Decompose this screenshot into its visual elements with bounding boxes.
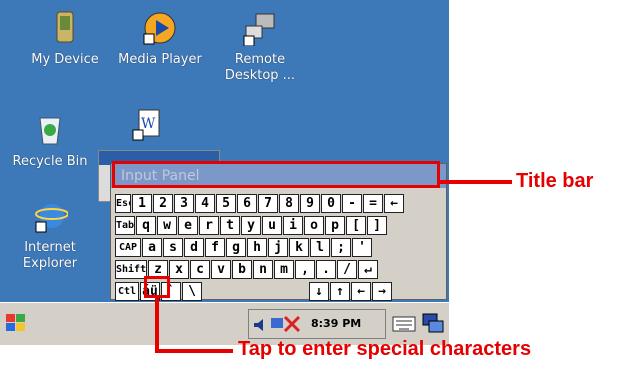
key-5[interactable]: g bbox=[226, 238, 246, 257]
key-9[interactable]: o bbox=[304, 216, 324, 235]
keyboard-icon[interactable] bbox=[391, 311, 417, 335]
speaker-icon[interactable] bbox=[253, 317, 267, 336]
key-5[interactable]: t bbox=[220, 216, 240, 235]
key-10[interactable]: 0 bbox=[321, 194, 341, 213]
keyboard-row: Esc1234567890-=← bbox=[115, 194, 443, 214]
key-4[interactable]: 4 bbox=[195, 194, 215, 213]
key-1[interactable]: q bbox=[136, 216, 156, 235]
system-tray: 8:39 PM bbox=[248, 309, 386, 339]
keyboard-row: Tab q w e r t y u i o p[] bbox=[115, 216, 443, 236]
desktop-icon-internet-explorer[interactable]: Internet Explorer bbox=[0, 198, 100, 272]
key-8[interactable]: , bbox=[295, 260, 315, 279]
key-9[interactable]: l bbox=[310, 238, 330, 257]
desktop-icon-recycle-bin[interactable]: Recycle Bin bbox=[0, 112, 100, 170]
desktop-icon-remote-desktop[interactable]: Remote Desktop ... bbox=[210, 10, 310, 84]
key-12[interactable]: ] bbox=[367, 216, 387, 235]
key-5[interactable]: 5 bbox=[216, 194, 236, 213]
key-0[interactable]: CAP bbox=[115, 238, 141, 257]
recycle-bin-icon bbox=[32, 112, 68, 148]
key-1[interactable]: a bbox=[142, 238, 162, 257]
windows-flag-icon[interactable] bbox=[4, 311, 28, 335]
key-10[interactable]: / bbox=[337, 260, 357, 279]
key-0[interactable]: Esc bbox=[115, 194, 131, 213]
remote-desktop-icon bbox=[242, 10, 278, 47]
key-10[interactable]: ; bbox=[331, 238, 351, 257]
desktop-icon-media-player[interactable]: Media Player bbox=[110, 10, 210, 68]
keyboard-row: CAP a s d f g h j k l; ' bbox=[115, 238, 443, 258]
special-chars-highlight bbox=[144, 276, 170, 298]
key-11[interactable]: ↵ bbox=[358, 260, 378, 279]
key-8[interactable]: 8 bbox=[279, 194, 299, 213]
key-4[interactable]: r bbox=[199, 216, 219, 235]
key-8[interactable]: i bbox=[283, 216, 303, 235]
title-bar-highlight bbox=[112, 161, 440, 188]
key-12[interactable]: = bbox=[363, 194, 383, 213]
key-7[interactable]: m bbox=[274, 260, 294, 279]
document-shortcut-icon: W bbox=[127, 108, 163, 144]
key-8[interactable]: k bbox=[289, 238, 309, 257]
key-13[interactable]: ← bbox=[384, 194, 404, 213]
key-11[interactable]: - bbox=[342, 194, 362, 213]
desktop-icon-document[interactable]: W bbox=[95, 108, 195, 150]
key-7[interactable]: 7 bbox=[258, 194, 278, 213]
key-3[interactable]: c bbox=[190, 260, 210, 279]
key-2[interactable]: 2 bbox=[153, 194, 173, 213]
switch-window-icon[interactable] bbox=[421, 311, 445, 335]
key-7[interactable]: → bbox=[372, 282, 392, 301]
title-bar-callout-line bbox=[440, 180, 512, 184]
key-4[interactable]: f bbox=[205, 238, 225, 257]
key-4[interactable]: v bbox=[211, 260, 231, 279]
key-10[interactable]: p bbox=[325, 216, 345, 235]
key-5[interactable]: b bbox=[232, 260, 252, 279]
clock[interactable]: 8:39 PM bbox=[311, 317, 361, 330]
special-chars-callout-line-horizontal bbox=[155, 349, 233, 353]
key-9[interactable]: 9 bbox=[300, 194, 320, 213]
key-6[interactable]: h bbox=[247, 238, 267, 257]
key-5[interactable]: ↑ bbox=[330, 282, 350, 301]
key-6[interactable]: ← bbox=[351, 282, 371, 301]
key-0[interactable]: Tab bbox=[115, 216, 135, 235]
key-11[interactable]: ' bbox=[352, 238, 372, 257]
key-3[interactable]: e bbox=[178, 216, 198, 235]
special-chars-callout-text: Tap to enter special characters bbox=[238, 338, 532, 360]
media-player-icon bbox=[142, 10, 178, 46]
key-1[interactable]: 1 bbox=[132, 194, 152, 213]
key-4[interactable]: ↓ bbox=[309, 282, 329, 301]
network-icon[interactable] bbox=[269, 315, 303, 337]
key-11[interactable]: [ bbox=[346, 216, 366, 235]
key-3[interactable]: 3 bbox=[174, 194, 194, 213]
key-7[interactable]: u bbox=[262, 216, 282, 235]
key-6[interactable]: 6 bbox=[237, 194, 257, 213]
key-3[interactable]: d bbox=[184, 238, 204, 257]
key-0[interactable]: Shift bbox=[115, 260, 147, 279]
pda-device-icon bbox=[47, 10, 83, 46]
key-6[interactable]: y bbox=[241, 216, 261, 235]
key-2[interactable]: s bbox=[163, 238, 183, 257]
key-2[interactable]: x bbox=[169, 260, 189, 279]
key-9[interactable]: . bbox=[316, 260, 336, 279]
key-0[interactable]: Ctl bbox=[115, 282, 139, 301]
key-2[interactable]: w bbox=[157, 216, 177, 235]
key-7[interactable]: j bbox=[268, 238, 288, 257]
special-chars-callout-line-vertical bbox=[155, 298, 159, 353]
title-bar-callout-text: Title bar bbox=[516, 170, 594, 192]
key-3[interactable]: \ bbox=[182, 282, 202, 301]
internet-explorer-icon bbox=[32, 198, 69, 234]
desktop-icon-my-device[interactable]: My Device bbox=[15, 10, 115, 68]
key-6[interactable]: n bbox=[253, 260, 273, 279]
